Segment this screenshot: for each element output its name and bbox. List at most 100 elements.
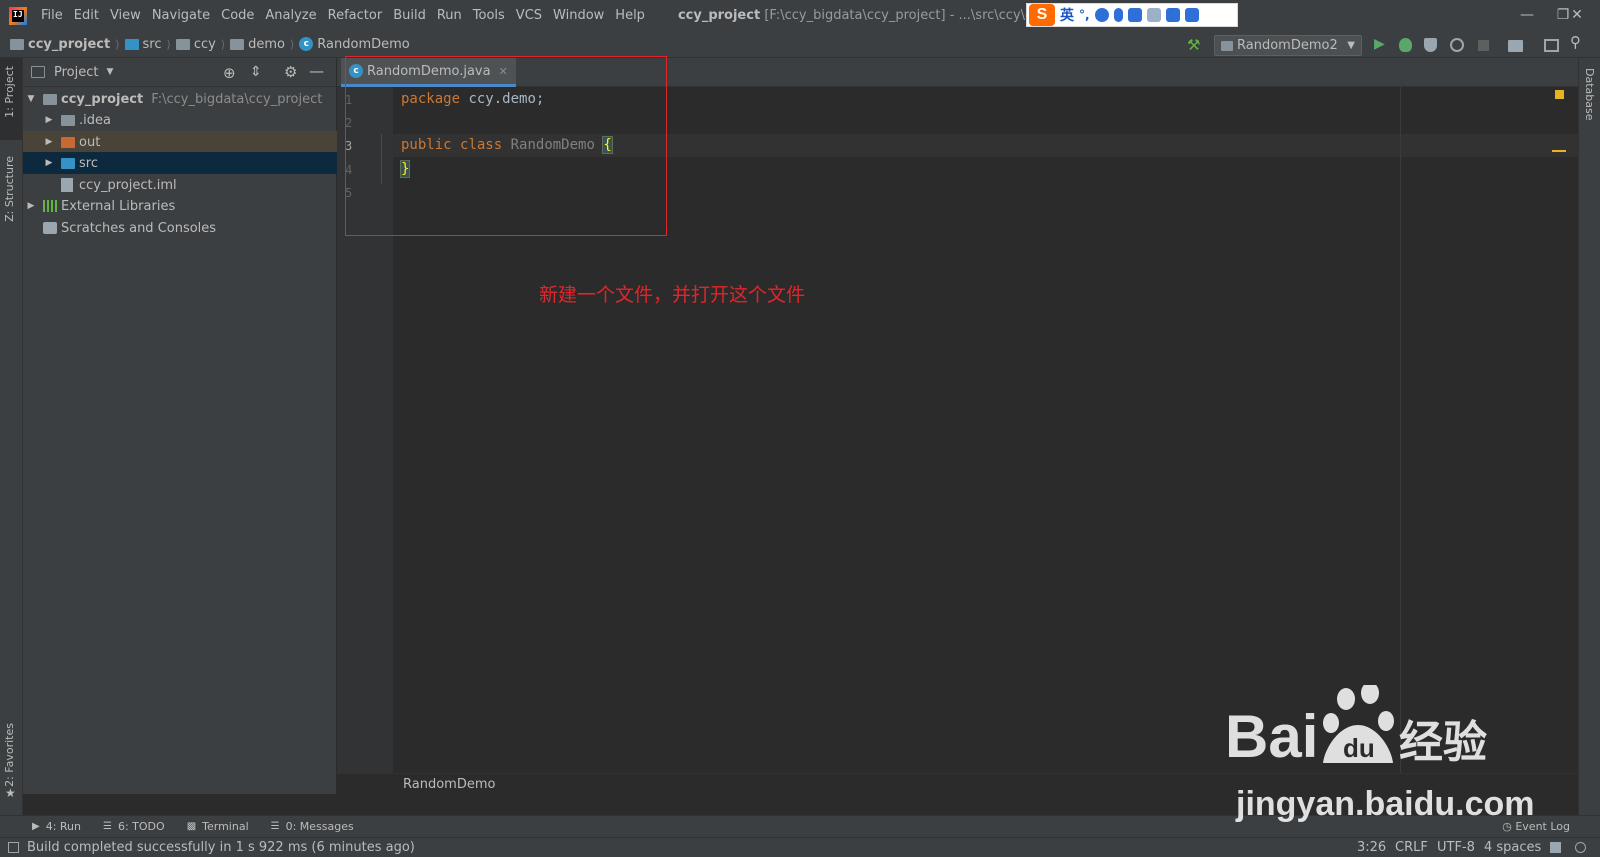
play-icon: ▶ <box>32 821 40 832</box>
debug-icon[interactable] <box>1399 38 1412 52</box>
project-panel: Project ▼ ⊕ ⇕ ⚙ — ▼ ccy_project F:\ccy_b… <box>23 58 337 794</box>
tree-item-label: Scratches and Consoles <box>61 220 217 236</box>
menu-vcs[interactable]: VCS <box>516 8 542 23</box>
profile-icon[interactable] <box>1450 38 1464 52</box>
chevron-down-icon[interactable]: ▼ <box>25 94 37 104</box>
tool-tab-terminal-label: Terminal <box>202 820 249 833</box>
file-encoding[interactable]: UTF-8 <box>1437 840 1475 855</box>
menu-build[interactable]: Build <box>393 8 426 23</box>
menu-code[interactable]: Code <box>221 8 254 23</box>
line-separator[interactable]: CRLF <box>1395 840 1428 855</box>
toggle-tool-windows-icon[interactable] <box>8 842 19 853</box>
tool-tab-database[interactable]: Database <box>1583 68 1596 121</box>
skin-icon[interactable] <box>1165 8 1180 22</box>
breadcrumb-ccy[interactable]: ccy ⟩ <box>175 37 230 52</box>
tree-item-external-libraries[interactable]: ▶ External Libraries <box>23 195 337 217</box>
config-icon <box>1221 40 1233 51</box>
menu-window[interactable]: Window <box>553 8 604 23</box>
tool-tab-structure[interactable]: Z: Structure <box>3 156 16 222</box>
error-stripe-marker[interactable] <box>1552 150 1566 152</box>
build-hammer-icon[interactable]: ⚒ <box>1187 36 1203 54</box>
caret-position[interactable]: 3:26 <box>1357 840 1386 855</box>
stop-icon[interactable] <box>1478 40 1489 51</box>
tree-item-project-root[interactable]: ▼ ccy_project F:\ccy_bigdata\ccy_project <box>23 88 337 110</box>
tree-item-label: out <box>79 134 101 150</box>
tool-tab-todo[interactable]: ☰ 6: TODO <box>103 820 165 833</box>
collapse-all-icon[interactable]: ⇕ <box>250 64 262 80</box>
ime-punct-toggle[interactable]: °, <box>1079 8 1090 22</box>
breadcrumb-demo[interactable]: demo ⟩ <box>230 37 299 52</box>
search-everywhere-icon[interactable]: ⚲ <box>1570 33 1586 51</box>
project-structure-icon[interactable] <box>1508 40 1523 52</box>
java-class-icon: c <box>299 37 314 51</box>
intellij-logo-icon: IJ <box>9 6 27 25</box>
terminal-icon: ▩ <box>186 821 197 832</box>
tree-item-out[interactable]: ▶ out <box>23 131 337 153</box>
ime-toolbar[interactable]: S 英 °, <box>1026 3 1238 27</box>
menu-analyze[interactable]: Analyze <box>265 8 316 23</box>
chevron-right-icon[interactable]: ▶ <box>43 137 55 147</box>
package-icon <box>230 38 245 50</box>
project-folder-icon <box>10 38 24 50</box>
tree-item-label: ccy_project <box>61 91 144 107</box>
menu-tools[interactable]: Tools <box>473 8 505 23</box>
inspection-warning-icon[interactable] <box>1555 90 1564 99</box>
coverage-icon[interactable] <box>1424 38 1437 52</box>
user-icon[interactable] <box>1146 8 1161 22</box>
status-message[interactable]: Build completed successfully in 1 s 922 … <box>27 840 415 855</box>
keyboard-icon[interactable] <box>1127 8 1142 22</box>
menu-help[interactable]: Help <box>615 8 645 23</box>
menu-navigate[interactable]: Navigate <box>152 8 210 23</box>
menu-view[interactable]: View <box>110 8 141 23</box>
inspector-icon[interactable] <box>1575 842 1586 853</box>
breadcrumb-src-label: src <box>142 36 162 52</box>
tree-item-src[interactable]: ▶ src <box>23 152 337 174</box>
tree-item-idea[interactable]: ▶ .idea <box>23 109 337 131</box>
menu-refactor[interactable]: Refactor <box>328 8 383 23</box>
tool-tab-messages-label: 0: Messages <box>285 820 354 833</box>
chevron-right-icon[interactable]: ▶ <box>43 115 55 125</box>
tool-tab-project[interactable]: 1: Project <box>3 66 16 118</box>
project-folder-icon <box>43 93 57 105</box>
run-configuration-select[interactable]: RandomDemo2 ▼ <box>1214 35 1362 56</box>
menu-run[interactable]: Run <box>437 8 462 23</box>
tool-tab-run[interactable]: ▶ 4: Run <box>32 820 81 833</box>
emoji-icon[interactable] <box>1094 8 1109 22</box>
microphone-icon[interactable] <box>1113 8 1123 22</box>
close-window-icon[interactable]: ✕ <box>1554 0 1600 31</box>
tool-tab-terminal[interactable]: ▩ Terminal <box>187 820 249 833</box>
tree-item-scratches[interactable]: Scratches and Consoles <box>23 217 337 239</box>
lock-icon[interactable] <box>1550 842 1561 853</box>
baidu-jingyan-mark: 经验 <box>1399 717 1487 768</box>
window-title-project: ccy_project <box>677 8 761 23</box>
menu-file[interactable]: File <box>41 8 63 23</box>
breadcrumb-src[interactable]: src ⟩ <box>124 36 176 52</box>
ime-mode-toggle[interactable]: 英 <box>1060 5 1074 25</box>
breadcrumb-project[interactable]: ccy_project ⟩ <box>10 37 125 52</box>
indent-setting[interactable]: 4 spaces <box>1484 840 1541 855</box>
project-view-icon <box>31 66 45 78</box>
tool-tab-todo-label: 6: TODO <box>117 820 165 833</box>
chevron-down-icon[interactable]: ▼ <box>106 67 113 77</box>
presentation-icon[interactable] <box>1544 39 1559 52</box>
locate-file-icon[interactable]: ⊕ <box>223 64 236 82</box>
run-icon[interactable]: ▶ <box>1374 36 1390 52</box>
tree-item-iml[interactable]: ccy_project.iml <box>23 174 337 196</box>
tool-tab-favorites[interactable]: 2: Favorites <box>3 723 16 787</box>
project-view-select[interactable]: Project <box>54 65 98 80</box>
toolbox-icon[interactable] <box>1184 8 1199 22</box>
svg-text:du: du <box>1343 733 1375 763</box>
editor-breadcrumb-label[interactable]: RandomDemo <box>403 777 495 792</box>
messages-icon: ☰ <box>270 821 280 832</box>
tool-tab-messages[interactable]: ☰ 0: Messages <box>271 820 354 833</box>
favorites-star-icon: ★ <box>5 786 16 800</box>
sogou-logo-icon[interactable]: S <box>1029 4 1055 26</box>
gear-icon[interactable]: ⚙ <box>284 63 297 81</box>
hide-panel-icon[interactable]: — <box>309 62 324 80</box>
chevron-right-icon[interactable]: ▶ <box>25 201 37 211</box>
breadcrumb-randomdemo[interactable]: c RandomDemo <box>299 37 410 52</box>
package-icon <box>175 38 190 50</box>
watermark-url: jingyan.baidu.com <box>1236 785 1535 823</box>
chevron-right-icon[interactable]: ▶ <box>43 158 55 168</box>
menu-edit[interactable]: Edit <box>74 8 99 23</box>
